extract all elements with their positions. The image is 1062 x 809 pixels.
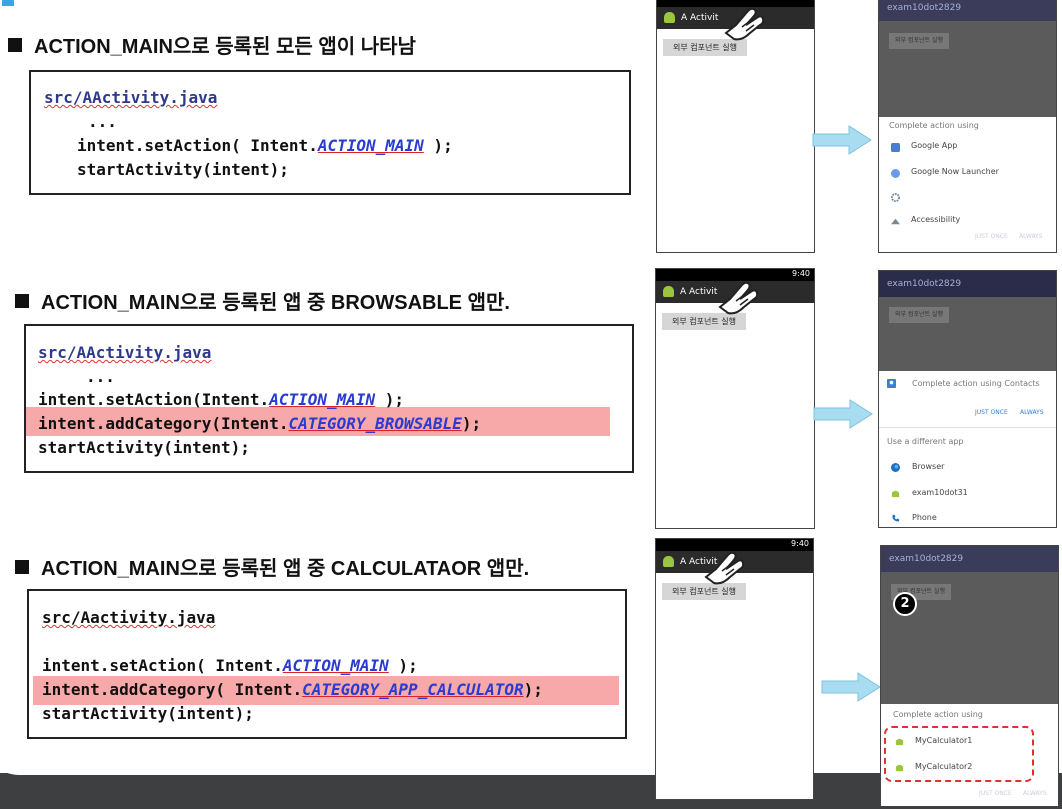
code-text: ); [423,136,453,155]
status-time: 9:40 [791,539,809,548]
code-constant: ACTION_MAIN [317,136,424,155]
contacts-icon [887,379,896,388]
section-3-heading-text: ACTION_MAIN으로 등록된 앱 중 CALCULATAOR 앱만. [41,558,530,580]
code-file-name: src/AActivity.java [38,343,211,362]
chooser-sheet: Complete action using Google App Google … [879,117,1056,252]
settings-gear-icon [891,193,900,202]
bullet-square-icon [15,560,29,574]
just-once-button[interactable]: JUST ONCE [975,409,1008,416]
android-icon [891,490,900,498]
google-now-icon [891,169,900,178]
phone-icon [892,514,900,522]
code-constant: ACTION_MAIN [282,656,389,675]
section-3-phone-screen: 9:40 A Activit 외부 컴포넌트 실행 [655,538,814,800]
dialog-app-title: exam10dot2829 [881,546,1058,572]
code-text: ); [375,390,405,409]
bullet-square-icon [8,38,22,52]
chooser-header: Complete action using [889,121,979,130]
code-text: ); [523,680,543,699]
section-2-chooser-screen: exam10dot2829 외부 컴포넌트 실행 Complete action… [878,270,1057,528]
section-1-phone-screen: A Activit 외부 컴포넌트 실행 [656,0,815,253]
browser-globe-icon [891,463,900,472]
file-name-text: src/Aactivity.java [42,608,216,627]
chooser-item-accessibility[interactable]: Accessibility [911,215,960,224]
code-set-action: intent.setAction( Intent.ACTION_MAIN ); [77,136,453,155]
flow-arrow-icon [812,125,872,155]
flow-arrow-icon [821,672,881,702]
android-icon [663,286,674,297]
app-title: A Activit [680,287,718,297]
code-set-action: intent.setAction( Intent.ACTION_MAIN ); [42,656,418,675]
code-constant: CATEGORY_BROWSABLE [288,414,462,433]
code-ellipsis: ... [86,367,115,386]
code-text: intent.addCategory(Intent. [38,414,289,433]
app-title: A Activit [681,13,719,23]
code-text: ); [461,414,482,433]
chooser-item-browser[interactable]: Browser [912,462,944,471]
code-text: ); [388,656,418,675]
status-time: 9:40 [792,269,810,278]
dialog-app-title: exam10dot2829 [879,0,1056,21]
highlight-dashed-frame [884,726,1034,782]
bullet-square-icon [15,294,29,308]
top-accent [2,0,14,6]
code-text: intent.setAction( Intent. [77,136,318,155]
pointing-hand-icon [724,7,765,41]
chooser-sheet: Complete action using Contacts JUST ONCE… [879,371,1056,527]
section-1-heading-text: ACTION_MAIN으로 등록된 모든 앱이 나타남 [34,36,416,58]
always-button[interactable]: ALWAYS [1020,409,1044,416]
code-file-name: src/AActivity.java [44,88,217,107]
chooser-header: Complete action using Contacts [912,379,1040,388]
just-once-button[interactable]: JUST ONCE [975,233,1008,240]
chooser-item-google-app[interactable]: Google App [911,141,957,150]
code-start-activity: startActivity(intent); [42,704,254,723]
chooser-header: Complete action using [893,710,983,719]
android-icon [664,12,675,23]
dimmed-launch-button: 외부 컴포넌트 실행 [889,33,949,49]
chooser-item-phone[interactable]: Phone [912,513,937,522]
android-icon [663,556,674,567]
code-file-name: src/Aactivity.java [42,608,215,627]
chooser-item-exam10dot31[interactable]: exam10dot31 [912,488,968,497]
section-2-phone-screen: 9:40 A Activit 외부 컴포넌트 실행 [655,268,815,529]
code-text: intent.setAction(Intent. [38,390,270,409]
section-1-chooser-screen: exam10dot2829 외부 컴포넌트 실행 Complete action… [878,0,1057,253]
code-set-action: intent.setAction(Intent.ACTION_MAIN ); [38,390,404,409]
code-start-activity: startActivity(intent); [77,160,289,179]
pointing-hand-icon [718,281,759,315]
flow-arrow-icon [813,399,873,429]
code-ellipsis: ... [88,112,117,131]
google-app-icon [891,143,900,152]
accessibility-icon [891,218,900,225]
code-constant: CATEGORY_APP_CALCULATOR [302,680,524,699]
step-badge: 2 [893,592,917,616]
different-app-header: Use a different app [887,437,964,446]
code-constant: ACTION_MAIN [269,390,376,409]
dimmed-launch-button: 외부 컴포넌트 실행 [889,307,949,323]
code-add-category: intent.addCategory( Intent.CATEGORY_APP_… [42,680,543,699]
chooser-item-google-now[interactable]: Google Now Launcher [911,167,999,176]
dialog-app-title: exam10dot2829 [879,271,1056,297]
always-button[interactable]: ALWAYS [1019,233,1043,240]
always-button[interactable]: ALWAYS [1023,790,1047,797]
just-once-button[interactable]: JUST ONCE [979,790,1012,797]
code-text: intent.setAction( Intent. [42,656,283,675]
file-name-text: src/AActivity.java [44,88,218,107]
section-2-heading-text: ACTION_MAIN으로 등록된 앱 중 BROWSABLE 앱만. [41,292,510,314]
divider [879,427,1056,428]
code-start-activity: startActivity(intent); [38,438,250,457]
section-3-heading: ACTION_MAIN으로 등록된 앱 중 CALCULATAOR 앱만. [15,552,529,581]
section-2-heading: ACTION_MAIN으로 등록된 앱 중 BROWSABLE 앱만. [15,286,510,315]
file-name-text: src/AActivity.java [38,343,212,362]
section-1-heading: ACTION_MAIN으로 등록된 모든 앱이 나타남 [8,30,416,59]
pointing-hand-icon [704,551,745,585]
code-add-category: intent.addCategory(Intent.CATEGORY_BROWS… [38,414,481,433]
code-text: intent.addCategory( Intent. [42,680,303,699]
